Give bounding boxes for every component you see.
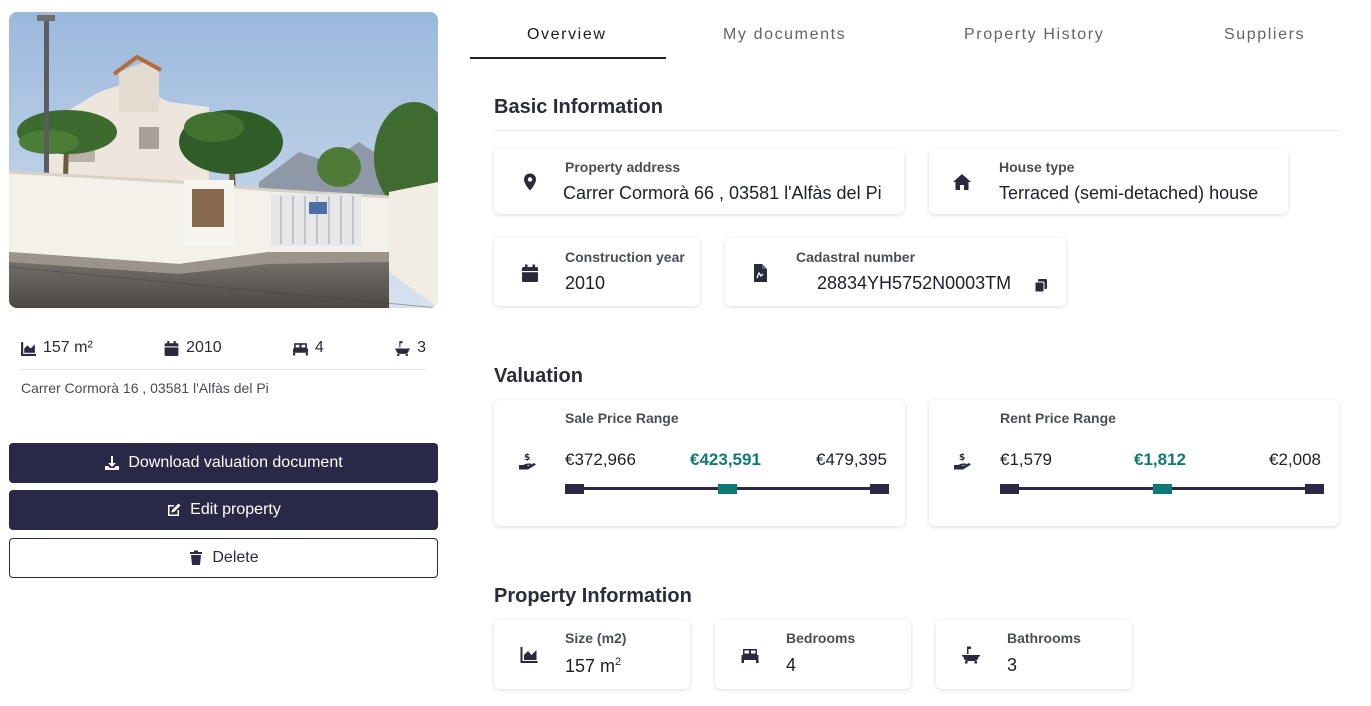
hand-coin-icon: $ [518, 452, 538, 472]
rent-price-mid: €1,812 [1134, 450, 1186, 469]
delete-button[interactable]: Delete [9, 538, 438, 578]
document-icon [750, 263, 770, 283]
house-type-card: House type Terraced (semi-detached) hous… [929, 149, 1288, 214]
size-number: 157 m [565, 656, 616, 676]
stat-size-value: 157 m² [43, 339, 93, 356]
sale-price-range-marker [717, 484, 737, 494]
property-address-text: Carrer Cormorà 16 , 03581 l'Alfàs del Pi [21, 380, 269, 396]
bathrooms-value: 3 [1007, 655, 1018, 675]
bed-icon [740, 645, 760, 665]
calendar-icon [520, 263, 540, 283]
property-stats-row: 157 m² 2010 4 3 [20, 336, 426, 360]
cadastral-number-value: 28834YH5752N0003TM [817, 273, 1012, 293]
rent-price-range-marker [1152, 484, 1172, 494]
stat-bedrooms: 4 [292, 339, 324, 357]
construction-year-value: 2010 [565, 273, 606, 293]
tab-property-history[interactable]: Property History [964, 26, 1104, 44]
property-address-label: Property address [565, 159, 681, 175]
size-card: Size (m2) 157 m2 [494, 620, 690, 689]
hand-coin-icon: $ [953, 452, 973, 472]
construction-year-label: Construction year [565, 249, 685, 265]
bath-icon [394, 340, 411, 357]
property-information-title: Property Information [494, 585, 692, 607]
download-valuation-label: Download valuation document [128, 454, 343, 471]
property-address-value: Carrer Cormorà 66 , 03581 l'Alfàs del Pi [563, 183, 882, 203]
edit-property-label: Edit property [190, 501, 281, 518]
sale-price-range-start [565, 484, 584, 494]
stat-bathrooms-value: 3 [417, 339, 426, 356]
tab-my-documents[interactable]: My documents [723, 26, 846, 44]
basic-information-title: Basic Information [494, 96, 663, 118]
construction-year-card: Construction year 2010 [494, 238, 700, 306]
delete-label: Delete [212, 549, 259, 566]
rent-price-label: Rent Price Range [1000, 410, 1116, 426]
house-type-label: House type [999, 159, 1075, 175]
download-icon [104, 455, 120, 471]
copy-icon[interactable] [1034, 278, 1048, 292]
download-valuation-button[interactable]: Download valuation document [9, 443, 438, 483]
bedrooms-value: 4 [786, 655, 797, 675]
divider [20, 369, 426, 370]
edit-property-button[interactable]: Edit property [9, 490, 438, 530]
rent-price-card: Rent Price Range $ €1,579 €1,812 €2,008 [929, 400, 1339, 526]
bed-icon [292, 340, 309, 357]
size-unit-superscript: 2 [615, 656, 622, 668]
sale-price-high: €479,395 [816, 450, 887, 469]
property-photo [9, 12, 438, 308]
bathrooms-label: Bathrooms [1007, 630, 1081, 646]
sale-price-card: Sale Price Range $ €372,966 €423,591 €47… [494, 400, 905, 526]
tab-overview[interactable]: Overview [527, 26, 606, 44]
cadastral-number-card: Cadastral number 28834YH5752N0003TM [725, 238, 1066, 306]
calendar-icon [163, 340, 180, 357]
size-value: 157 m2 [565, 656, 621, 677]
tab-bar: Overview My documents Property History S… [470, 18, 1350, 60]
bedrooms-card: Bedrooms 4 [715, 620, 911, 689]
property-address-card: Property address Carrer Cormorà 66 , 035… [494, 149, 904, 214]
svg-text:$: $ [524, 453, 530, 463]
stat-year: 2010 [163, 339, 222, 357]
house-type-value: Terraced (semi-detached) house [999, 183, 1259, 203]
active-tab-indicator [470, 57, 666, 59]
bath-icon [961, 645, 981, 665]
tab-suppliers[interactable]: Suppliers [1224, 26, 1305, 44]
svg-text:$: $ [959, 453, 965, 463]
size-label: Size (m2) [565, 630, 627, 646]
sale-price-mid: €423,591 [690, 450, 761, 469]
stat-bathrooms: 3 [394, 339, 426, 357]
cadastral-number-label: Cadastral number [796, 249, 916, 265]
home-icon [952, 172, 972, 192]
area-chart-icon [20, 340, 37, 357]
section-divider [494, 130, 1340, 131]
map-pin-icon [520, 172, 540, 192]
bathrooms-card: Bathrooms 3 [936, 620, 1132, 689]
stat-year-value: 2010 [186, 339, 222, 356]
sale-price-low: €372,966 [565, 450, 636, 469]
edit-icon [166, 502, 182, 518]
stat-bedrooms-value: 4 [314, 339, 324, 356]
rent-price-range-end [1305, 484, 1324, 494]
trash-icon [188, 550, 204, 566]
rent-price-range-start [1000, 484, 1019, 494]
area-chart-icon [519, 645, 539, 665]
sale-price-label: Sale Price Range [565, 410, 679, 426]
sale-price-range-end [870, 484, 889, 494]
bedrooms-label: Bedrooms [786, 630, 856, 646]
stat-size: 157 m² [20, 339, 93, 357]
rent-price-high: €2,008 [1269, 450, 1321, 469]
valuation-title: Valuation [494, 365, 583, 387]
rent-price-low: €1,579 [1000, 450, 1052, 469]
